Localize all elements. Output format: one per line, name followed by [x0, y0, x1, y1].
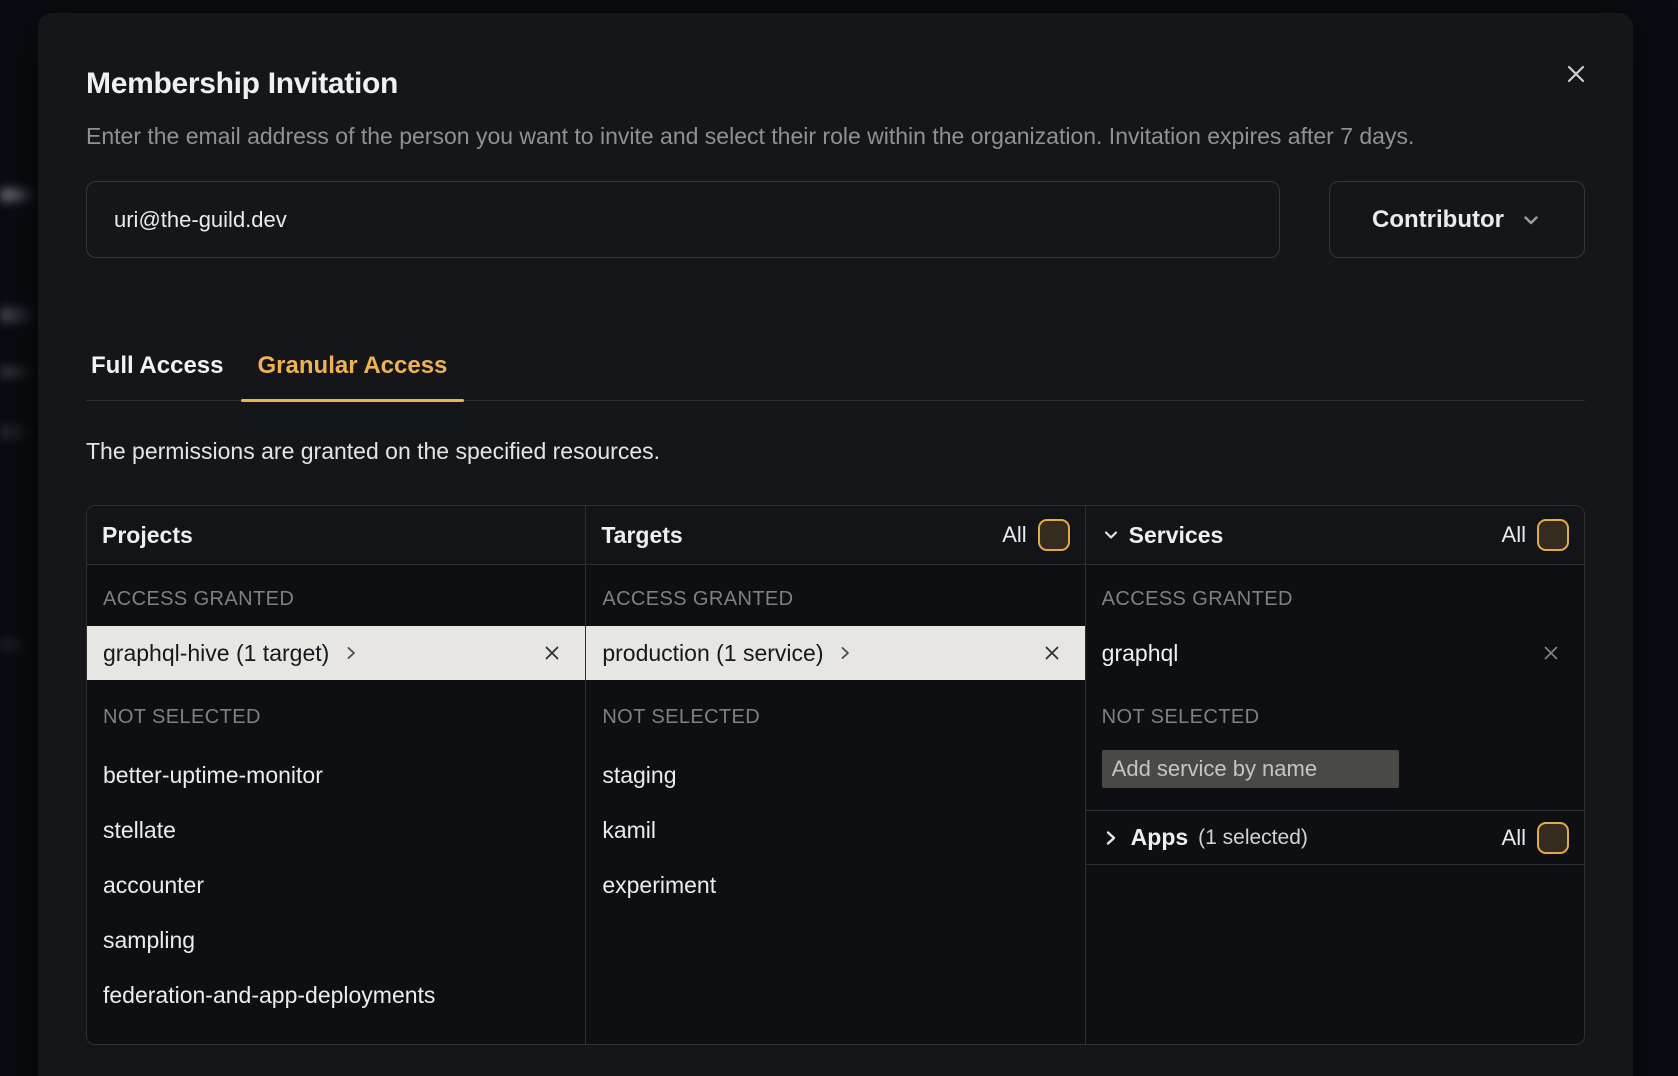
projects-header-title: Projects: [102, 522, 193, 549]
dialog-title: Membership Invitation: [38, 13, 1633, 101]
chevron-right-icon: [1101, 828, 1121, 848]
services-header[interactable]: Services All: [1086, 506, 1584, 565]
chevron-right-icon: [342, 644, 360, 662]
services-column: Services All ACCESS GRANTED graphql NOT …: [1086, 506, 1584, 1044]
list-item[interactable]: accounter: [87, 858, 585, 913]
remove-target-button[interactable]: [1042, 643, 1062, 663]
services-header-title: Services: [1129, 522, 1224, 549]
access-granted-label: ACCESS GRANTED: [1086, 565, 1584, 626]
targets-list: staging kamil experiment: [586, 744, 1084, 913]
page-backdrop: [0, 0, 40, 1076]
permissions-note: The permissions are granted on the speci…: [86, 438, 1585, 465]
access-granted-label: ACCESS GRANTED: [87, 565, 585, 626]
chevron-down-icon: [1101, 525, 1121, 545]
granted-service-row[interactable]: graphql: [1086, 626, 1584, 680]
all-label: All: [1502, 522, 1526, 548]
tab-full-access[interactable]: Full Access: [86, 352, 241, 400]
close-button[interactable]: [1559, 57, 1593, 91]
list-item[interactable]: sampling: [87, 913, 585, 968]
granted-project-name: graphql-hive (1 target): [103, 640, 329, 667]
all-label: All: [1002, 522, 1026, 548]
targets-all-checkbox[interactable]: [1038, 519, 1070, 551]
apps-all-toggle[interactable]: All: [1502, 822, 1569, 854]
targets-header-title: Targets: [601, 522, 682, 549]
role-select-value: Contributor: [1372, 206, 1504, 234]
all-label: All: [1502, 825, 1526, 851]
apps-all-checkbox[interactable]: [1537, 822, 1569, 854]
list-item[interactable]: experiment: [586, 858, 1084, 913]
apps-count: (1 selected): [1198, 826, 1308, 850]
remove-project-button[interactable]: [542, 643, 562, 663]
chevron-right-icon: [836, 644, 854, 662]
dialog-description: Enter the email address of the person yo…: [86, 117, 1566, 155]
close-icon: [1042, 643, 1062, 663]
permissions-table: Projects ACCESS GRANTED graphql-hive (1 …: [86, 505, 1585, 1045]
list-item[interactable]: stellate: [87, 803, 585, 858]
not-selected-label: NOT SELECTED: [586, 680, 1084, 744]
granted-project-row[interactable]: graphql-hive (1 target): [87, 626, 585, 680]
access-granted-label: ACCESS GRANTED: [586, 565, 1084, 626]
remove-service-button[interactable]: [1541, 643, 1561, 663]
granted-target-row[interactable]: production (1 service): [586, 626, 1084, 680]
projects-header: Projects: [87, 506, 585, 565]
close-icon: [542, 643, 562, 663]
membership-invitation-dialog: Membership Invitation Enter the email ad…: [38, 13, 1633, 1076]
access-tabs: Full Access Granular Access: [86, 352, 1585, 401]
not-selected-label: NOT SELECTED: [87, 680, 585, 744]
granted-service-name: graphql: [1102, 640, 1179, 667]
targets-header: Targets All: [586, 506, 1084, 565]
close-icon: [1563, 61, 1589, 87]
tab-granular-access[interactable]: Granular Access: [241, 352, 465, 400]
list-item[interactable]: staging: [586, 748, 1084, 803]
granted-target-name: production (1 service): [602, 640, 823, 667]
apps-label: Apps: [1131, 824, 1189, 851]
close-icon: [1541, 643, 1561, 663]
not-selected-label: NOT SELECTED: [1086, 680, 1584, 744]
services-all-toggle[interactable]: All: [1502, 519, 1569, 551]
role-select[interactable]: Contributor: [1329, 181, 1585, 258]
list-item[interactable]: federation-and-app-deployments: [87, 968, 585, 1023]
projects-list: better-uptime-monitor stellate accounter…: [87, 744, 585, 1023]
list-item[interactable]: better-uptime-monitor: [87, 748, 585, 803]
chevron-down-icon: [1520, 209, 1542, 231]
add-service-input[interactable]: [1102, 750, 1399, 788]
projects-column: Projects ACCESS GRANTED graphql-hive (1 …: [87, 506, 586, 1044]
apps-row[interactable]: Apps (1 selected) All: [1086, 810, 1584, 865]
services-all-checkbox[interactable]: [1537, 519, 1569, 551]
invite-form-row: Contributor: [86, 181, 1585, 258]
targets-column: Targets All ACCESS GRANTED production (1…: [586, 506, 1085, 1044]
list-item[interactable]: kamil: [586, 803, 1084, 858]
email-input[interactable]: [86, 181, 1280, 258]
targets-all-toggle[interactable]: All: [1002, 519, 1069, 551]
